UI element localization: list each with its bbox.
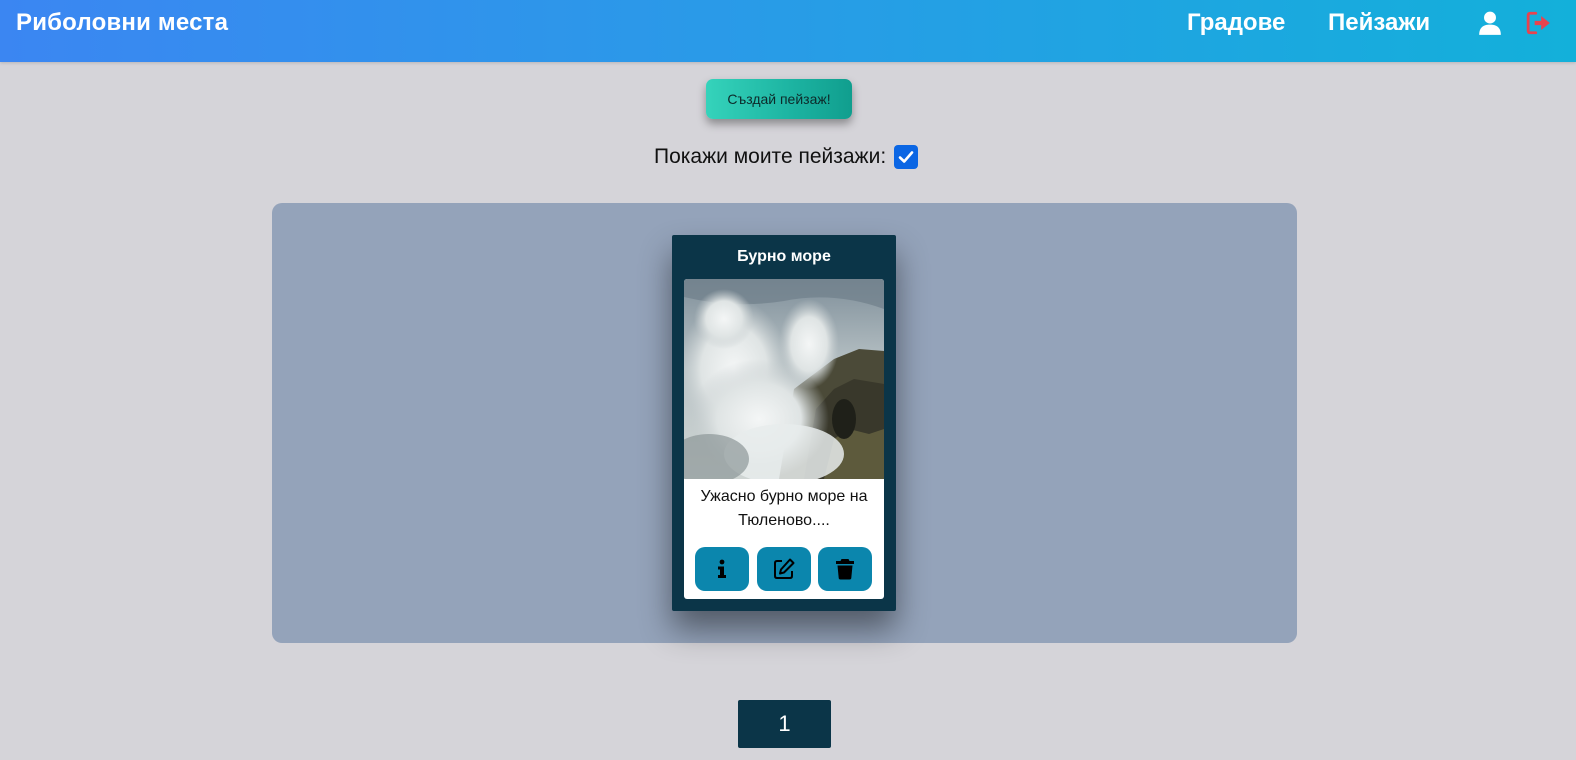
landscape-card: Бурно море Ужасно бурно море на Тюленово… (672, 235, 896, 611)
brand-title[interactable]: Риболовни места (16, 9, 228, 37)
card-image (684, 279, 884, 479)
nav-link-landscapes[interactable]: Пейзажи (1328, 9, 1430, 37)
card-title: Бурно море (737, 248, 831, 265)
show-mine-filter: Покажи моите пейзажи: (654, 143, 919, 171)
edit-button[interactable] (757, 547, 811, 591)
logout-icon[interactable] (1526, 10, 1552, 36)
navbar: Риболовни места Градове Пейзажи (0, 0, 1576, 62)
show-mine-checkbox[interactable] (894, 145, 919, 169)
delete-button[interactable] (818, 547, 872, 591)
nav-link-cities[interactable]: Градове (1187, 9, 1285, 37)
show-mine-label: Покажи моите пейзажи: (654, 145, 887, 168)
trash-icon (836, 559, 854, 580)
card-description: Ужасно бурно море на Тюленово.... (700, 488, 868, 529)
create-landscape-button[interactable]: Създай пейзаж! (706, 79, 852, 119)
user-icon[interactable] (1477, 10, 1503, 36)
info-button[interactable] (695, 547, 749, 591)
checkmark-icon (898, 151, 914, 163)
card-body: Ужасно бурно море на Тюленово.... (684, 279, 884, 599)
info-icon (718, 559, 726, 578)
pagination-page-1[interactable]: 1 (738, 700, 831, 748)
edit-icon (774, 558, 795, 579)
